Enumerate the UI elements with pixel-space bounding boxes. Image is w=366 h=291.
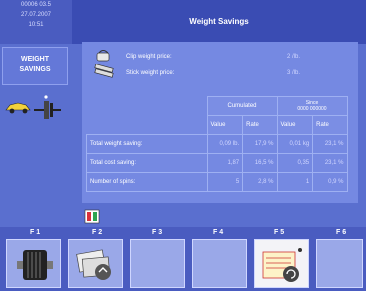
mode-indicator: WEIGHT SAVINGS xyxy=(2,47,68,85)
clip-price-value: 2 /lb. xyxy=(287,54,301,60)
cell-value: 5 xyxy=(206,172,244,192)
cell-value: 0,01 kg xyxy=(276,134,314,154)
since-header: Since 0000 000000 xyxy=(276,96,348,116)
stick-weight-icon xyxy=(94,64,114,78)
stick-price-label: Stick weight price: xyxy=(126,70,175,76)
date-label: 27.07.2007 xyxy=(20,12,52,18)
cell-value: 1 xyxy=(276,172,314,192)
value-subheader: Value xyxy=(276,115,314,135)
cell-rate: 2,8 % xyxy=(242,172,278,192)
status-info: 00006 03.5 27.07.2007 10:51 xyxy=(0,0,72,44)
f1-button[interactable] xyxy=(6,239,61,288)
machine-code: 00006 03.5 xyxy=(20,2,52,8)
since-date: 0000 000000 xyxy=(297,106,327,112)
row-label: Total weight saving: xyxy=(86,134,208,154)
rate-subheader: Rate xyxy=(312,115,348,135)
f4-label: F 4 xyxy=(213,229,224,236)
rate-subheader: Rate xyxy=(242,115,278,135)
table-row: Total weight saving: 0,09 lb. 17,9 % 0,0… xyxy=(86,134,348,154)
cell-rate: 23,1 % xyxy=(312,153,348,173)
table-header-row: Cumulated Since 0000 000000 xyxy=(87,96,348,116)
f3-button[interactable] xyxy=(130,239,185,288)
cell-rate: 17,9 % xyxy=(242,134,278,154)
cell-value: 0,35 xyxy=(276,153,314,173)
row-label: Number of spins: xyxy=(86,172,208,192)
tire-icon xyxy=(17,250,53,280)
value-subheader: Value xyxy=(206,115,244,135)
reset-statistics-icon xyxy=(262,248,302,282)
table-row: Total cost saving: 1,87 16,5 % 0,35 23,1… xyxy=(86,153,348,173)
clip-price-label: Clip weight price: xyxy=(126,54,172,60)
clip-weight-icon xyxy=(96,50,110,62)
f2-label: F 2 xyxy=(92,229,103,236)
f6-button[interactable] xyxy=(316,239,363,288)
cell-value: 0,09 lb. xyxy=(206,134,244,154)
f1-label: F 1 xyxy=(30,229,41,236)
f4-button[interactable] xyxy=(192,239,247,288)
cumulated-header: Cumulated xyxy=(206,96,278,116)
f2-button[interactable] xyxy=(68,239,123,288)
row-label: Total cost saving: xyxy=(86,153,208,173)
mode-label-line1: WEIGHT xyxy=(21,56,49,63)
cell-value: 1,87 xyxy=(206,153,244,173)
page-title: Weight Savings xyxy=(189,17,249,26)
f5-label: F 5 xyxy=(274,229,285,236)
time-label: 10:51 xyxy=(28,22,44,28)
cell-rate: 23,1 % xyxy=(312,134,348,154)
table-row: Number of spins: 5 2,8 % 1 0,9 % xyxy=(86,172,348,192)
vehicle-balancer-icon xyxy=(5,95,61,119)
f5-button[interactable] xyxy=(254,239,309,288)
cell-rate: 0,9 % xyxy=(312,172,348,192)
f3-label: F 3 xyxy=(152,229,163,236)
f6-label: F 6 xyxy=(336,229,347,236)
stick-price-value: 3 /lb. xyxy=(287,70,301,76)
print-report-icon xyxy=(76,249,111,280)
mode-label-line2: SAVINGS xyxy=(19,66,51,73)
balancer-mode-icon[interactable] xyxy=(84,209,100,224)
savings-table: Cumulated Since 0000 000000 Value Rate V… xyxy=(86,96,348,192)
cell-rate: 16,5 % xyxy=(242,153,278,173)
